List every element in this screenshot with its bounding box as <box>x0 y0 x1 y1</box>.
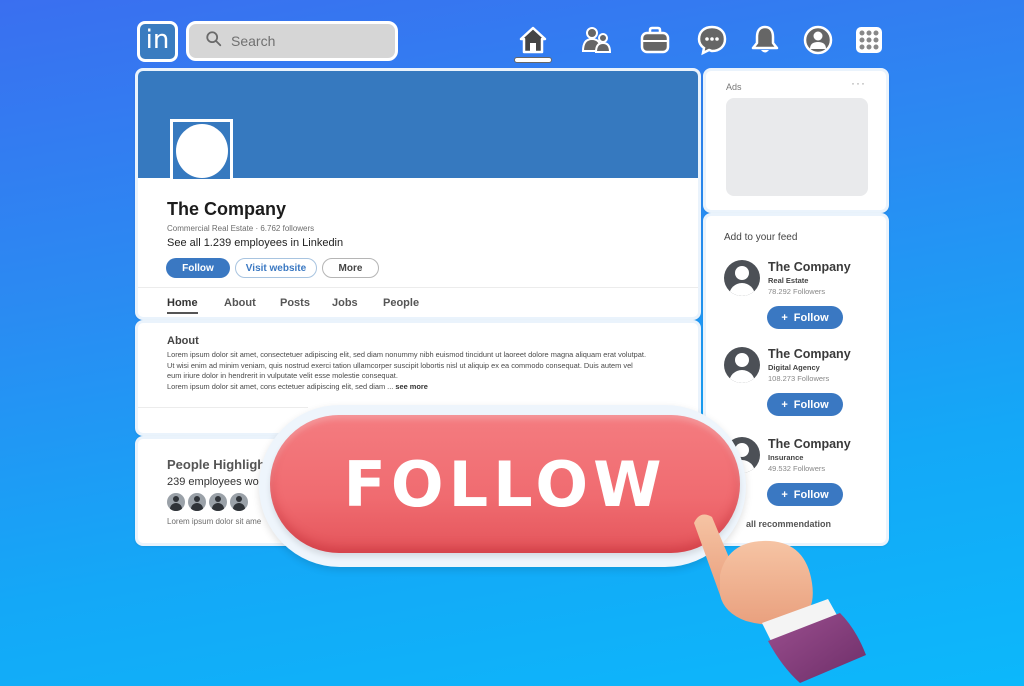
feed-title: Add to your feed <box>724 232 798 243</box>
ads-label: Ads <box>726 82 742 92</box>
people-footer-text: Lorem ipsum dolor sit ame <box>167 517 262 526</box>
tab-jobs[interactable]: Jobs <box>332 297 358 309</box>
company-logo-placeholder <box>175 123 228 178</box>
people-subtitle: 239 employees work <box>167 476 268 488</box>
company-profile-card: The Company Commercial Real Estate · 6.7… <box>135 68 701 320</box>
about-paragraph-2: Lorem ipsum dolor sit amet, cons ectetue… <box>167 381 396 391</box>
more-button[interactable]: More <box>322 258 379 278</box>
employees-link[interactable]: See all 1.239 employees in Linkedin <box>167 237 343 249</box>
recommendation-type: Digital Agency <box>768 363 820 372</box>
follow-button[interactable]: Follow <box>166 258 230 278</box>
linkedin-logo[interactable]: in <box>137 21 178 62</box>
search-input[interactable] <box>231 33 381 49</box>
recommendation-item: The Company Real Estate 78.292 Followers… <box>724 260 884 340</box>
tab-about[interactable]: About <box>224 297 256 309</box>
ads-card: Ads ··· <box>703 68 889 213</box>
active-tab-indicator <box>167 312 198 314</box>
tab-home[interactable]: Home <box>167 297 198 309</box>
employee-avatar[interactable] <box>230 493 248 511</box>
notifications-icon[interactable] <box>747 22 783 58</box>
home-icon[interactable] <box>515 22 551 58</box>
tabs-divider <box>138 287 698 288</box>
about-title: About <box>167 335 199 347</box>
messaging-icon[interactable] <box>694 22 730 58</box>
employee-avatar[interactable] <box>209 493 227 511</box>
company-name: The Company <box>167 199 287 219</box>
plus-icon: + <box>781 398 788 411</box>
see-more-link[interactable]: see more <box>395 382 427 391</box>
more-options-icon[interactable]: ··· <box>851 76 866 90</box>
recommendation-item: The Company Digital Agency 108.273 Follo… <box>724 347 884 427</box>
ad-placeholder[interactable] <box>726 98 868 196</box>
recommendation-follow-button[interactable]: + Follow <box>767 393 843 416</box>
people-title: People Highlight <box>167 457 270 472</box>
big-follow-button[interactable]: FOLLOW <box>270 415 740 553</box>
tab-posts[interactable]: Posts <box>280 297 310 309</box>
recommendation-name[interactable]: The Company <box>768 260 851 274</box>
profile-icon[interactable] <box>800 22 836 58</box>
about-divider <box>138 407 308 408</box>
company-meta: Commercial Real Estate · 6.762 followers <box>167 224 315 233</box>
recommendation-followers: 108.273 Followers <box>768 374 830 383</box>
follow-label: Follow <box>793 488 829 501</box>
about-paragraph: Lorem ipsum dolor sit amet, consectetuer… <box>167 350 647 380</box>
recommendation-follow-button[interactable]: + Follow <box>767 483 843 506</box>
active-nav-indicator <box>514 57 552 63</box>
recommendation-follow-button[interactable]: + Follow <box>767 306 843 329</box>
recommendation-followers: 78.292 Followers <box>768 287 826 296</box>
employee-avatar[interactable] <box>188 493 206 511</box>
network-icon[interactable] <box>578 22 614 58</box>
plus-icon: + <box>781 311 788 324</box>
visit-website-button[interactable]: Visit website <box>235 258 317 278</box>
company-avatar-icon[interactable] <box>724 347 760 383</box>
plus-icon: + <box>781 488 788 501</box>
recommendation-name[interactable]: The Company <box>768 437 851 451</box>
recommendation-type: Real Estate <box>768 276 809 285</box>
search-bar[interactable] <box>186 21 398 61</box>
recommendation-type: Insurance <box>768 453 804 462</box>
company-logo <box>170 119 233 182</box>
employee-avatars <box>167 493 248 511</box>
employee-avatar[interactable] <box>167 493 185 511</box>
search-icon <box>205 30 223 53</box>
tab-people[interactable]: People <box>383 297 419 309</box>
follow-label: Follow <box>793 311 829 324</box>
apps-grid-icon[interactable] <box>851 22 887 58</box>
jobs-icon[interactable] <box>637 22 673 58</box>
about-text: Lorem ipsum dolor sit amet, consectetuer… <box>167 350 647 392</box>
recommendation-followers: 49.532 Followers <box>768 464 826 473</box>
follow-label: Follow <box>793 398 829 411</box>
recommendation-name[interactable]: The Company <box>768 347 851 361</box>
company-avatar-icon[interactable] <box>724 260 760 296</box>
pointing-hand-icon <box>680 505 880 686</box>
